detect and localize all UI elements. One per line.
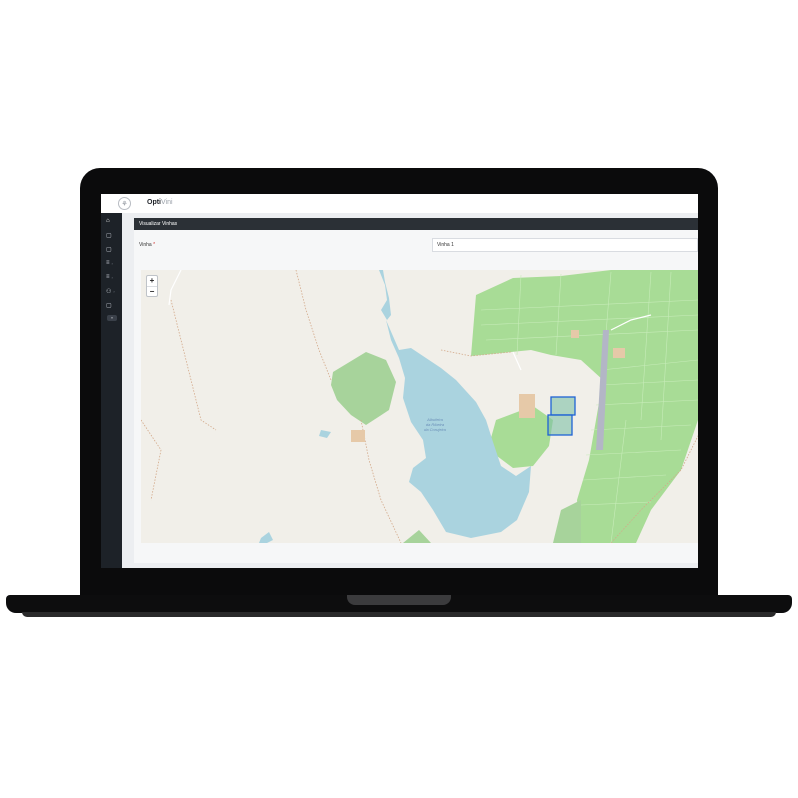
chevron-right-icon: › — [113, 288, 115, 294]
list-icon: ≡ — [106, 260, 110, 266]
sidebar-item-list-1[interactable]: ≡ › — [101, 257, 122, 269]
app-logo-icon[interactable]: ⚘ — [118, 197, 131, 210]
zoom-out-button[interactable]: − — [147, 286, 157, 297]
laptop-notch — [347, 595, 451, 605]
laptop-base-shadow — [22, 612, 776, 617]
chevron-right-icon: › — [111, 274, 113, 280]
sidebar-item-home[interactable]: ⌂ — [101, 215, 122, 227]
village-area — [519, 394, 535, 418]
home-icon: ⌂ — [106, 218, 110, 224]
vinha-field-label: Vinha * — [139, 242, 156, 248]
brand-name[interactable]: OptiVini — [147, 199, 173, 206]
sidebar-collapse-button[interactable]: « — [107, 315, 117, 321]
sidebar-item-page-2[interactable]: ▢ — [101, 243, 122, 255]
page-icon: ▢ — [106, 302, 112, 309]
vinha-select[interactable]: Vinha 1 — [432, 238, 698, 252]
zoom-control: + − — [146, 275, 158, 297]
sidebar-item-users[interactable]: ⚇ › — [101, 285, 122, 297]
vinha-parcel-2[interactable] — [547, 414, 573, 436]
list-icon: ≡ — [106, 274, 110, 280]
page-icon: ▢ — [106, 232, 112, 239]
users-icon: ⚇ — [106, 288, 112, 295]
top-bar: ⚘ OptiVini — [101, 194, 698, 214]
map-canvas[interactable] — [141, 270, 698, 543]
main-content: Visualizar Vinhas Vinha * Vinha 1 + − Al… — [122, 213, 698, 568]
chevron-right-icon: › — [111, 260, 113, 266]
panel-title: Visualizar Vinhas — [134, 218, 698, 230]
sidebar-item-page-3[interactable]: ▢ — [101, 299, 122, 311]
laptop-mockup: ⚘ OptiVini ⌂ ▢ ▢ ≡ › ≡ › ⚇ › ▢ « Visualizar… — [0, 0, 798, 798]
sidebar: ⌂ ▢ ▢ ≡ › ≡ › ⚇ › ▢ « — [101, 213, 122, 568]
zoom-in-button[interactable]: + — [147, 276, 157, 286]
sidebar-item-page-1[interactable]: ▢ — [101, 229, 122, 241]
vinha-parcel-1[interactable] — [550, 396, 576, 416]
vineyard-panel: Visualizar Vinhas Vinha * Vinha 1 + − Al… — [134, 218, 698, 563]
app-screen: ⚘ OptiVini ⌂ ▢ ▢ ≡ › ≡ › ⚇ › ▢ « Visualizar… — [101, 194, 698, 568]
map-view[interactable]: + − Albufeira da Ribeira da Corujeira — [141, 270, 698, 543]
reservoir-label: Albufeira da Ribeira da Corujeira — [424, 417, 446, 432]
page-icon: ▢ — [106, 246, 112, 253]
sidebar-item-list-2[interactable]: ≡ › — [101, 271, 122, 283]
